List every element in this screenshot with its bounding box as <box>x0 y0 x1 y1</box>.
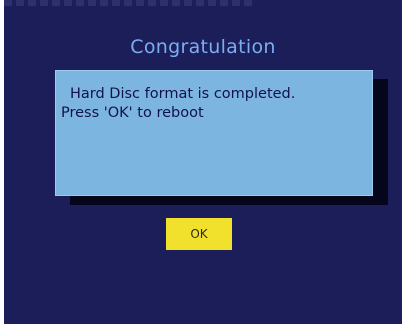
dialog-title: Congratulation <box>130 36 276 58</box>
message-line-1: Hard Disc format is completed. <box>70 86 296 102</box>
message-line-2: Press 'OK' to reboot <box>61 105 204 121</box>
top-strip-artifact <box>4 0 254 6</box>
ok-button[interactable]: OK <box>166 218 232 250</box>
message-box: Hard Disc format is completed. Press 'OK… <box>55 70 373 196</box>
tv-screen: Congratulation Hard Disc format is compl… <box>4 0 402 324</box>
